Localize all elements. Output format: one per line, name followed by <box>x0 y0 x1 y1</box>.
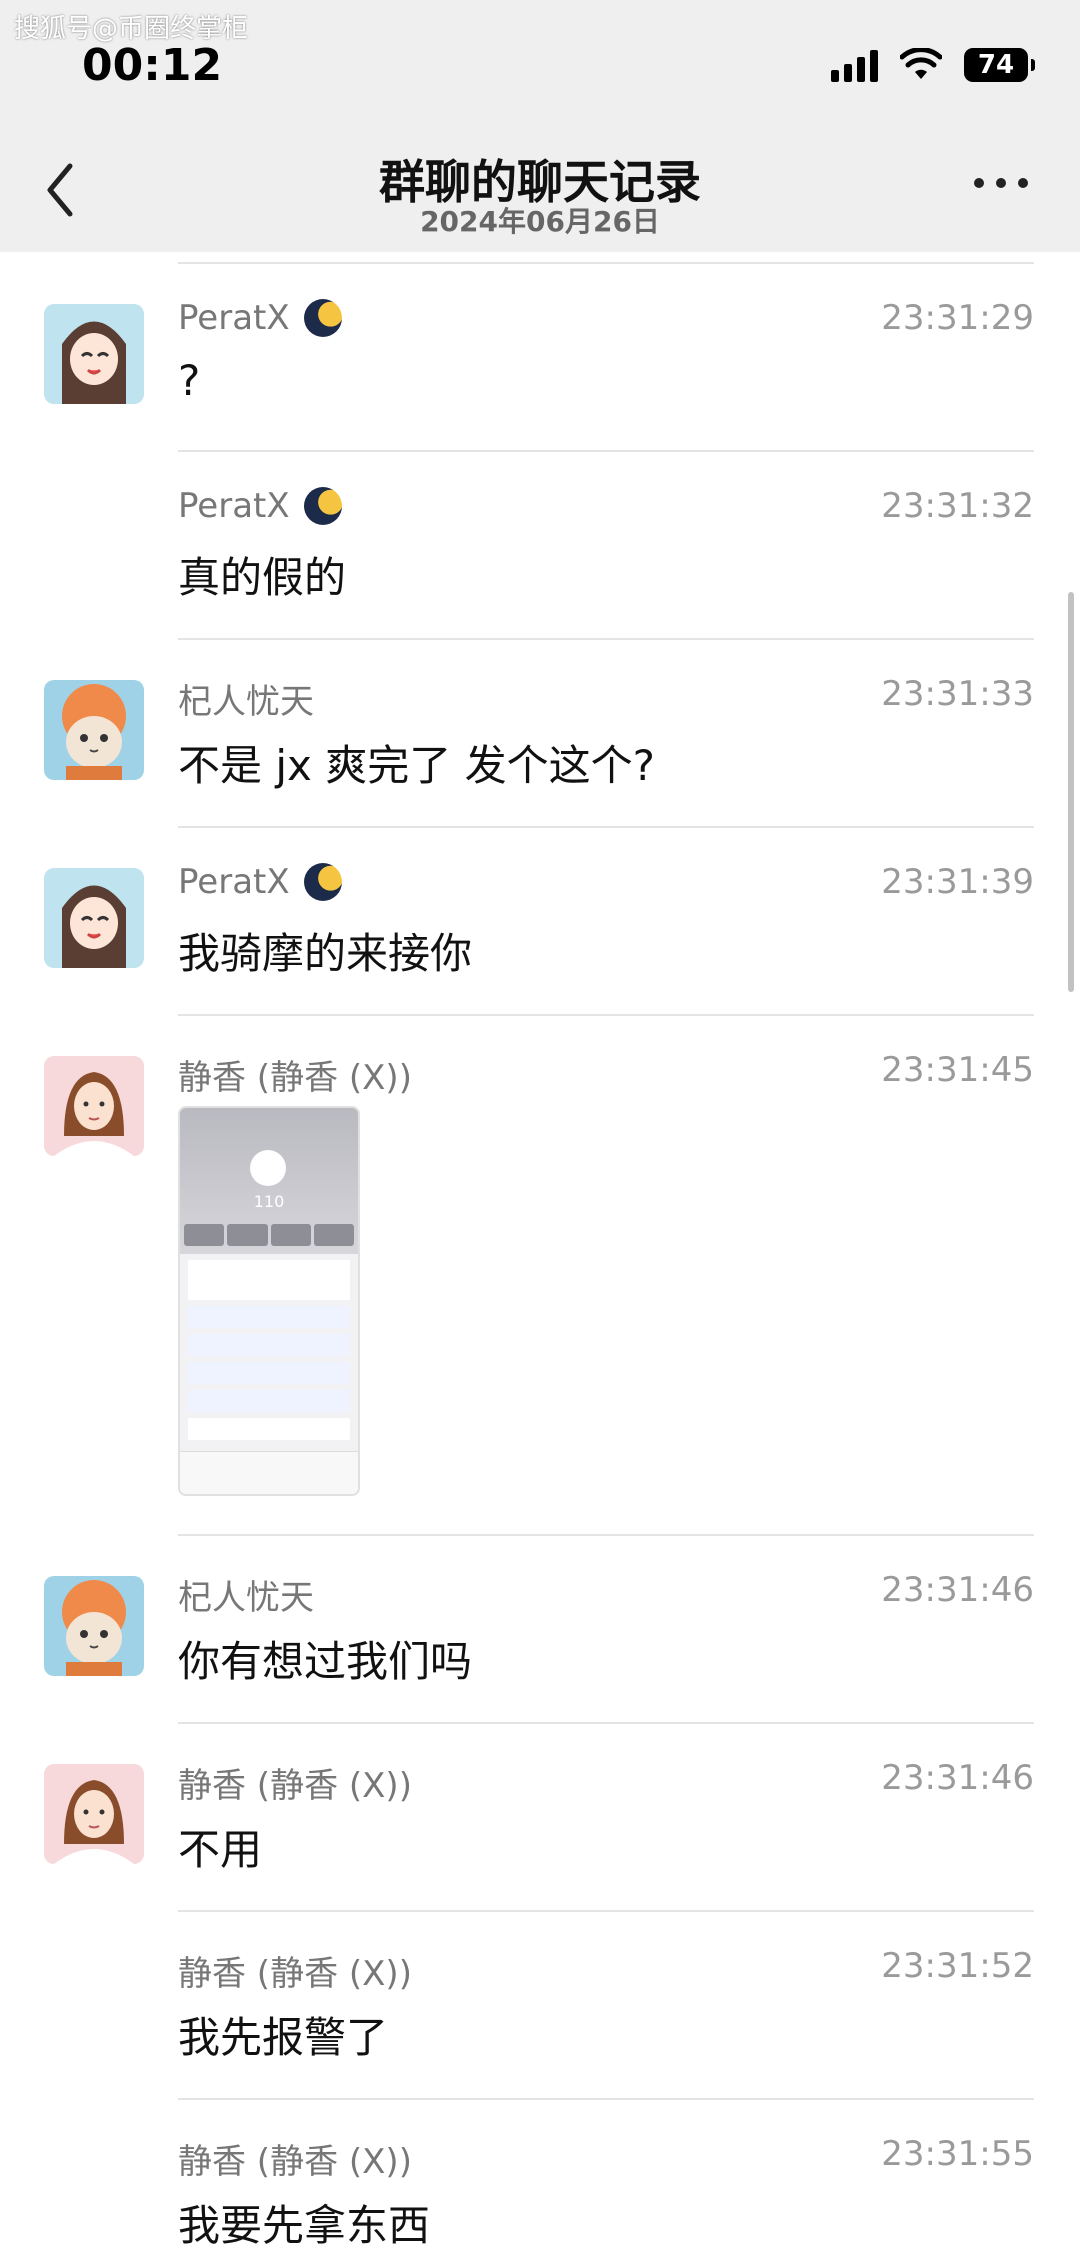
message-time: 23:31:46 <box>881 1758 1034 1798</box>
message-time: 23:31:46 <box>881 1570 1034 1610</box>
message-time: 23:31:32 <box>881 486 1034 526</box>
avatar[interactable] <box>44 680 144 780</box>
divider <box>178 1910 1034 1912</box>
avatar[interactable] <box>44 868 144 968</box>
message-text: 不用 <box>178 1825 263 1874</box>
status-icons: 74 <box>831 48 1035 82</box>
image-attachment[interactable]: 110 <box>178 1106 360 1496</box>
message-row[interactable]: PeratX 23:31:29 ? <box>0 296 1080 446</box>
message-row[interactable]: 杞人忧天 23:31:46 你有想过我们吗 <box>0 1568 1080 1718</box>
message-row[interactable]: 静香 (静香 (X)) 23:31:46 不用 <box>0 1756 1080 1906</box>
moon-icon <box>303 299 342 337</box>
message-text: 我要先拿东西 <box>178 2201 431 2250</box>
contact-avatar-icon <box>250 1150 286 1186</box>
message-text: 真的假的 <box>178 553 347 602</box>
battery-level: 74 <box>977 50 1015 80</box>
avatar[interactable] <box>44 1764 144 1864</box>
message-text: 你有想过我们吗 <box>178 1637 473 1686</box>
message-time: 23:31:33 <box>881 674 1034 714</box>
divider <box>178 1534 1034 1536</box>
message-row[interactable]: 静香 (静香 (X)) 23:31:52 我先报警了 <box>0 1944 1080 2094</box>
sender-name: PeratX <box>178 298 342 338</box>
message-time: 23:31:39 <box>881 862 1034 902</box>
sender-name: 静香 (静香 (X)) <box>178 1058 412 1098</box>
image-caption-number: 110 <box>253 1192 285 1211</box>
message-row[interactable]: 静香 (静香 (X)) 23:31:55 我要先拿东西 <box>0 2132 1080 2262</box>
divider <box>178 638 1034 640</box>
sender-name: 静香 (静香 (X)) <box>178 1766 412 1806</box>
message-time: 23:31:55 <box>881 2134 1034 2174</box>
sender-name: 静香 (静香 (X)) <box>178 2142 412 2182</box>
sender-name: 杞人忧天 <box>178 682 314 722</box>
divider <box>178 450 1034 452</box>
message-text: 不是 jx 爽完了 发个这个? <box>178 741 655 790</box>
message-row[interactable]: PeratX 23:31:39 我骑摩的来接你 <box>0 860 1080 1010</box>
page-subtitle: 2024年06月26日 <box>420 205 660 238</box>
wifi-icon <box>900 48 942 79</box>
divider <box>178 262 1034 264</box>
divider <box>178 826 1034 828</box>
message-row[interactable]: PeratX 23:31:32 真的假的 <box>0 484 1080 634</box>
message-time: 23:31:45 <box>881 1050 1034 1090</box>
top-bar: 搜狐号@币圈终掌柜 00:12 74 群聊的聊天记录 2024年06月26日 <box>0 0 1080 252</box>
moon-icon <box>303 863 342 901</box>
message-time: 23:31:52 <box>881 1946 1034 1986</box>
status-time: 00:12 <box>82 40 223 91</box>
moon-icon <box>303 487 342 525</box>
avatar[interactable] <box>44 304 144 404</box>
avatar[interactable] <box>44 1576 144 1676</box>
sender-name: PeratX <box>178 862 342 902</box>
divider <box>178 1014 1034 1016</box>
signal-icon <box>831 48 878 82</box>
message-text: 我骑摩的来接你 <box>178 929 473 978</box>
message-row[interactable]: 杞人忧天 23:31:33 不是 jx 爽完了 发个这个? <box>0 672 1080 822</box>
message-text: ? <box>178 356 201 405</box>
message-time: 23:31:29 <box>881 298 1034 338</box>
battery-icon: 74 <box>964 48 1035 82</box>
message-text: 我先报警了 <box>178 2013 389 2062</box>
sender-name: 杞人忧天 <box>178 1578 314 1618</box>
divider <box>178 1722 1034 1724</box>
divider <box>178 2098 1034 2100</box>
avatar[interactable] <box>44 1056 144 1156</box>
watermark: 搜狐号@币圈终掌柜 <box>14 14 249 44</box>
message-row[interactable]: 静香 (静香 (X)) 23:31:45 110 <box>0 1048 1080 1528</box>
more-options-button[interactable] <box>974 178 1028 188</box>
scrollbar[interactable] <box>1068 592 1074 992</box>
sender-name: 静香 (静香 (X)) <box>178 1954 412 1994</box>
sender-name: PeratX <box>178 486 342 526</box>
